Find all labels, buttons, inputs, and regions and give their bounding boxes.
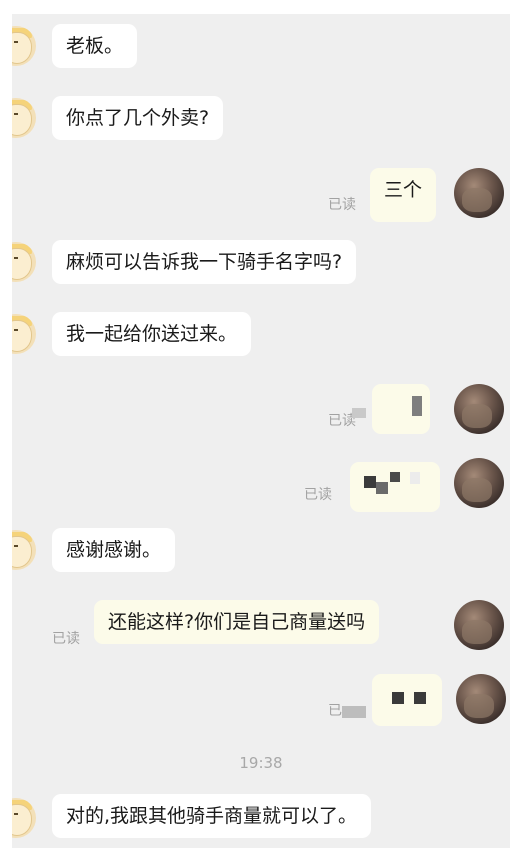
censor-block bbox=[410, 472, 420, 484]
censored-message-bubble[interactable] bbox=[372, 674, 442, 726]
avatar-eye bbox=[14, 41, 18, 43]
message-bubble[interactable]: 对的,我跟其他骑手商量就可以了。 bbox=[52, 794, 372, 838]
read-status: 已读 bbox=[304, 487, 332, 503]
my-avatar[interactable] bbox=[456, 674, 506, 724]
contact-avatar[interactable] bbox=[12, 98, 36, 138]
contact-avatar[interactable] bbox=[12, 26, 36, 66]
message-bubble[interactable]: 还能这样?你们是自己商量送吗 bbox=[94, 600, 380, 644]
contact-avatar[interactable] bbox=[12, 530, 36, 570]
my-avatar[interactable] bbox=[454, 600, 504, 650]
avatar-face bbox=[12, 104, 32, 136]
contact-avatar[interactable] bbox=[12, 314, 36, 354]
message-bubble[interactable]: 麻烦可以告诉我一下骑手名字吗? bbox=[52, 240, 357, 284]
avatar-eye bbox=[14, 113, 18, 115]
censor-block bbox=[390, 472, 400, 482]
censor-block bbox=[392, 692, 404, 704]
my-avatar[interactable] bbox=[454, 168, 504, 218]
avatar-face bbox=[12, 536, 32, 568]
censor-block bbox=[364, 476, 376, 488]
my-avatar[interactable] bbox=[454, 384, 504, 434]
censor-block bbox=[414, 692, 426, 704]
avatar-eye bbox=[14, 545, 18, 547]
avatar-face bbox=[12, 248, 32, 280]
chat-panel[interactable]: 老板。 你点了几个外卖? 已读 三个 麻烦可以告诉我一下骑手名字吗? 我一起给你… bbox=[12, 14, 510, 848]
read-status: 已读 bbox=[52, 631, 80, 647]
avatar-photo-shade bbox=[462, 620, 492, 644]
avatar-face bbox=[12, 320, 32, 352]
my-avatar[interactable] bbox=[454, 458, 504, 508]
avatar-eye bbox=[14, 257, 18, 259]
contact-avatar[interactable] bbox=[12, 242, 36, 282]
avatar-face bbox=[12, 32, 32, 64]
contact-avatar[interactable] bbox=[12, 798, 36, 838]
avatar-photo-shade bbox=[462, 188, 492, 212]
read-status: 已 bbox=[328, 703, 342, 719]
censored-message-bubble[interactable] bbox=[352, 384, 430, 434]
avatar-eye bbox=[14, 813, 18, 815]
avatar-photo-shade bbox=[462, 478, 492, 502]
message-timestamp: 19:38 bbox=[239, 754, 283, 772]
message-bubble[interactable]: 三个 bbox=[370, 168, 437, 222]
message-bubble[interactable]: 感谢感谢。 bbox=[52, 528, 176, 572]
censor-block bbox=[342, 706, 366, 718]
censor-block bbox=[352, 408, 366, 418]
avatar-eye bbox=[14, 329, 18, 331]
message-bubble[interactable]: 老板。 bbox=[52, 24, 138, 68]
message-bubble[interactable]: 我一起给你送过来。 bbox=[52, 312, 252, 356]
censored-message-bubble[interactable] bbox=[350, 462, 440, 512]
censor-block bbox=[376, 482, 388, 494]
message-bubble[interactable]: 你点了几个外卖? bbox=[52, 96, 224, 140]
avatar-photo-shade bbox=[464, 694, 494, 718]
avatar-photo-shade bbox=[462, 404, 492, 428]
read-status: 已读 bbox=[328, 197, 356, 213]
censor-block bbox=[412, 396, 422, 416]
avatar-face bbox=[12, 804, 32, 836]
